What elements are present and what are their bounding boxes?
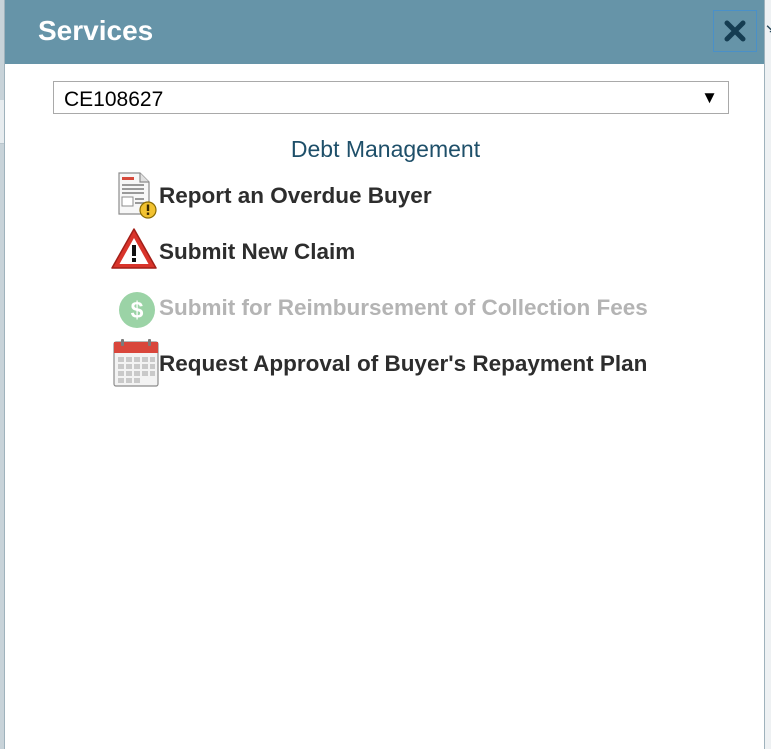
services-dialog: Services CE108627 ▼ Debt Management Repo… bbox=[4, 0, 765, 749]
close-button[interactable] bbox=[713, 10, 757, 52]
background-arrow-icon: ↘ bbox=[765, 22, 771, 36]
background-page-edge bbox=[764, 0, 771, 749]
svg-text:$: $ bbox=[131, 297, 144, 323]
dialog-titlebar: Services bbox=[5, 0, 764, 64]
chevron-down-icon: ▼ bbox=[701, 88, 718, 107]
close-icon bbox=[724, 20, 746, 42]
menu-item-label: Report an Overdue Buyer bbox=[159, 183, 432, 208]
account-select[interactable]: CE108627 ▼ bbox=[53, 81, 729, 114]
warning-triangle-icon bbox=[111, 228, 157, 269]
calendar-icon bbox=[113, 339, 159, 387]
menu-item-label: Submit for Reimbursement of Collection F… bbox=[159, 295, 648, 320]
account-select-value: CE108627 bbox=[64, 88, 164, 111]
dialog-title: Services bbox=[38, 15, 154, 46]
dollar-circle-icon: $ bbox=[119, 292, 155, 328]
section-title: Debt Management bbox=[290, 136, 481, 162]
document-warning-icon bbox=[118, 172, 157, 219]
menu-item-label: Submit New Claim bbox=[159, 239, 356, 264]
menu-item-label: Request Approval of Buyer's Repayment Pl… bbox=[159, 351, 648, 376]
